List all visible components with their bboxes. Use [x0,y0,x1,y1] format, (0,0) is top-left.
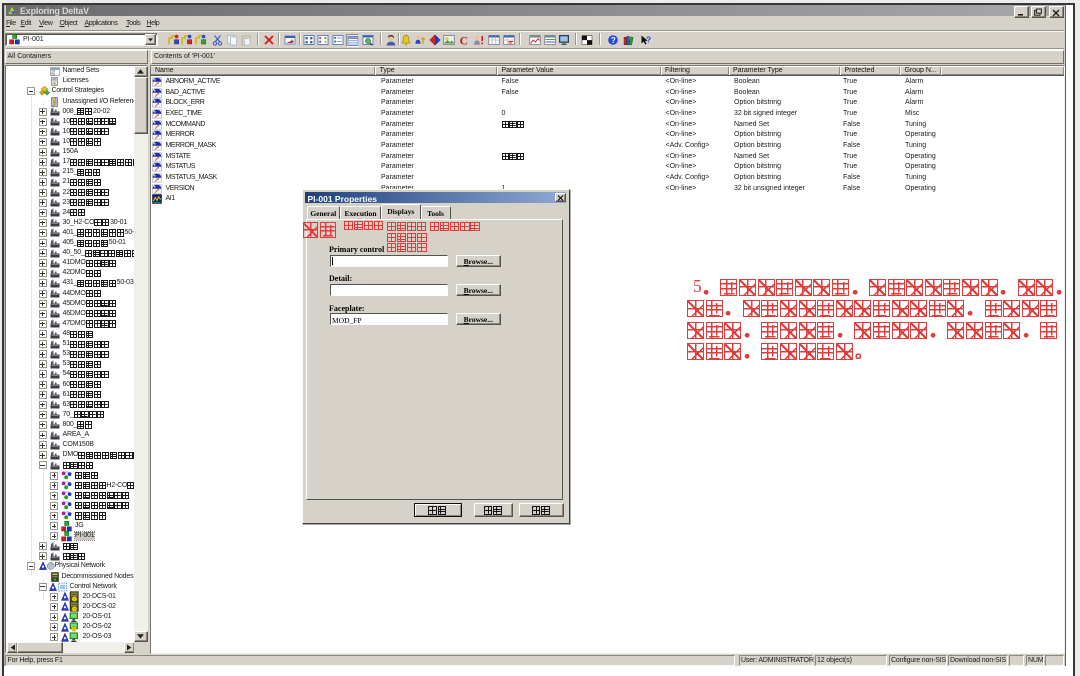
svg-text:?: ? [610,36,615,45]
svg-text:C: C [459,35,467,45]
svg-text:20: 20 [51,72,55,75]
svg-text:?: ? [73,627,75,631]
svg-text:?: ? [646,34,651,44]
